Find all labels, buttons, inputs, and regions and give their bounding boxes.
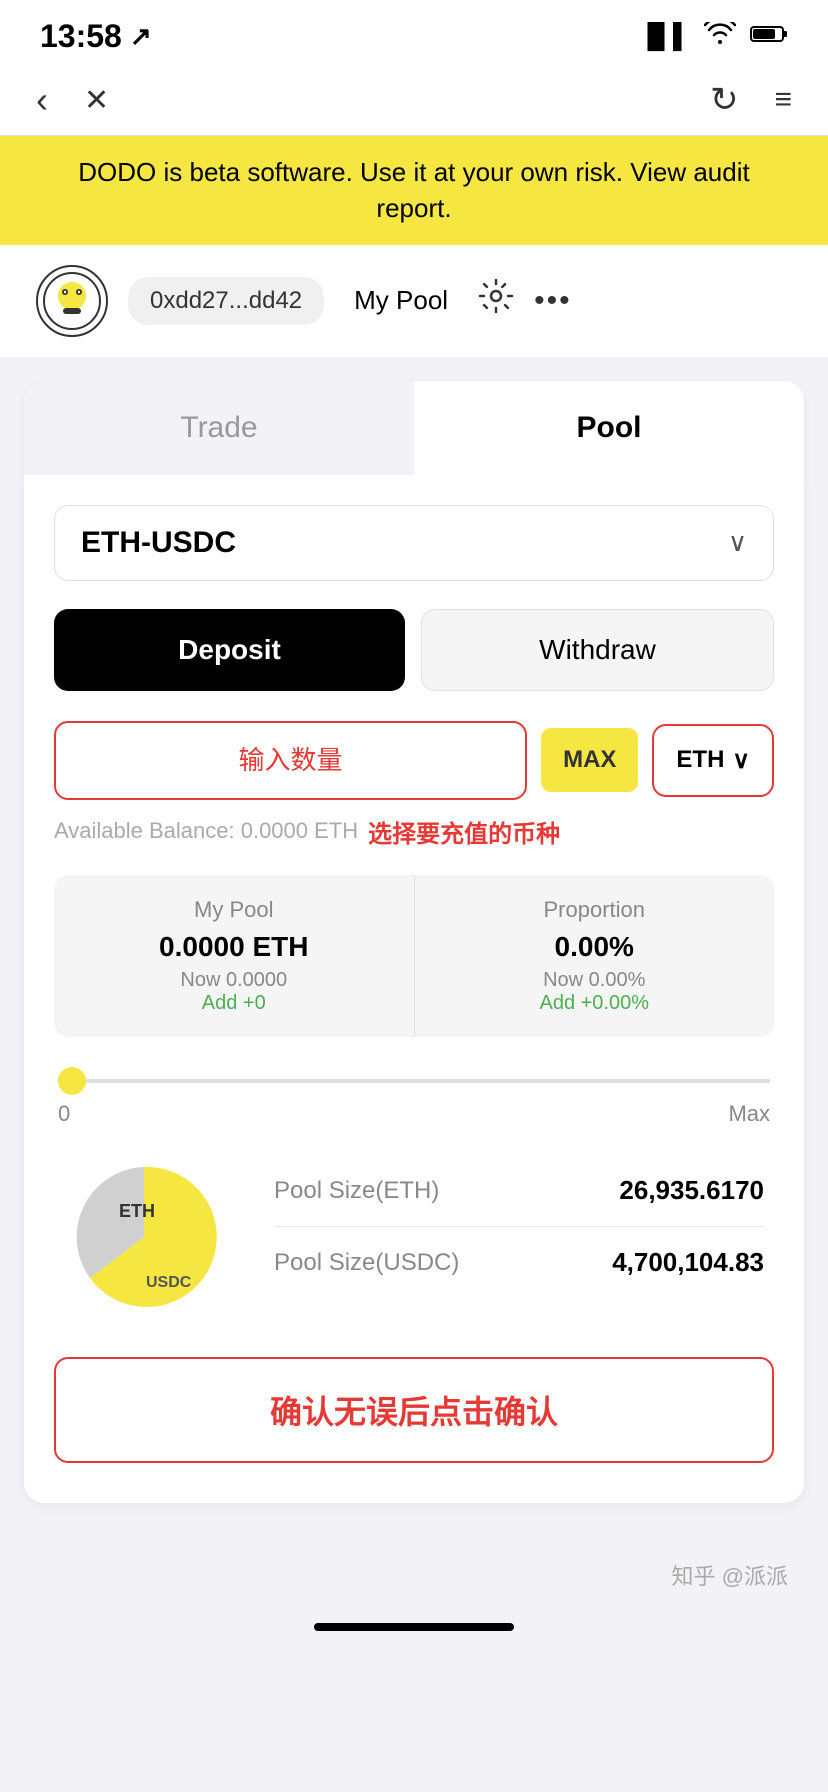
signal-icon: ▐▌▌ [639, 23, 690, 51]
pool-card: ETH-USDC ∨ Deposit Withdraw MAX ETH ∨ [24, 475, 804, 1503]
settings-button[interactable] [478, 278, 514, 323]
available-balance-row: Available Balance: 0.0000 ETH 选择要充值的币种 [54, 814, 774, 849]
wallet-address: 0xdd27...dd42 [128, 277, 324, 325]
svg-text:ETH: ETH [119, 1201, 155, 1221]
home-indicator [0, 1607, 828, 1655]
slider-min-label: 0 [58, 1101, 70, 1127]
more-button[interactable]: ••• [534, 284, 572, 318]
location-icon: ↗ [130, 21, 152, 52]
my-pool-stat: My Pool 0.0000 ETH Now 0.0000 Add +0 [54, 875, 415, 1037]
proportion-now: Now 0.00% [415, 969, 775, 992]
pool-size-list: Pool Size(ETH) 26,935.6170 Pool Size(USD… [274, 1175, 764, 1298]
slider-track[interactable] [86, 1079, 770, 1083]
my-pool-add: Add +0 [54, 992, 414, 1015]
input-row: MAX ETH ∨ [54, 721, 774, 800]
pie-chart: ETH USDC [64, 1157, 224, 1317]
withdraw-button[interactable]: Withdraw [421, 609, 774, 691]
browser-nav-bar: ‹ ✕ ↻ ≡ [0, 65, 828, 136]
menu-button[interactable]: ≡ [774, 83, 792, 117]
my-pool-button[interactable]: My Pool [344, 277, 458, 324]
refresh-button[interactable]: ↻ [710, 80, 739, 120]
clock: 13:58 [40, 18, 122, 55]
my-pool-label: My Pool [54, 897, 414, 923]
beta-text: DODO is beta software. Use it at your ow… [78, 157, 749, 223]
nav-right: ↻ ≡ [710, 80, 792, 120]
token-selector[interactable]: ETH ∨ [652, 724, 774, 797]
confirm-button[interactable]: 确认无误后点击确认 [54, 1357, 774, 1463]
pool-size-eth-value: 26,935.6170 [619, 1175, 764, 1206]
slider-dot[interactable] [58, 1067, 86, 1095]
tab-pool[interactable]: Pool [414, 381, 804, 475]
status-time: 13:58 ↗ [40, 18, 152, 55]
my-pool-now: Now 0.0000 [54, 969, 414, 992]
main-content: Trade Pool ETH-USDC ∨ Deposit Withdraw M… [0, 357, 828, 1543]
nav-left: ‹ ✕ [36, 79, 109, 121]
pool-stats: My Pool 0.0000 ETH Now 0.0000 Add +0 Pro… [54, 875, 774, 1037]
back-button[interactable]: ‹ [36, 79, 48, 121]
tab-trade[interactable]: Trade [24, 381, 414, 475]
beta-banner: DODO is beta software. Use it at your ow… [0, 136, 828, 245]
pool-size-divider [274, 1226, 764, 1227]
my-pool-value: 0.0000 ETH [54, 931, 414, 963]
pair-selector[interactable]: ETH-USDC ∨ [54, 505, 774, 581]
svg-text:USDC: USDC [146, 1274, 192, 1291]
dodo-logo [36, 265, 108, 337]
status-icons: ▐▌▌ [639, 22, 788, 51]
deposit-button[interactable]: Deposit [54, 609, 405, 691]
home-bar [314, 1623, 514, 1631]
action-row: Deposit Withdraw [54, 609, 774, 691]
proportion-add: Add +0.00% [415, 992, 775, 1015]
pair-label: ETH-USDC [81, 526, 236, 560]
available-balance-text: Available Balance: 0.0000 ETH [54, 818, 358, 844]
close-button[interactable]: ✕ [84, 83, 109, 118]
app-header: 0xdd27...dd42 My Pool ••• [0, 245, 828, 357]
wifi-icon [704, 22, 736, 51]
slider-row [54, 1067, 774, 1095]
battery-icon [750, 23, 788, 51]
status-bar: 13:58 ↗ ▐▌▌ [0, 0, 828, 65]
pool-size-usdc-value: 4,700,104.83 [612, 1247, 764, 1278]
proportion-label: Proportion [415, 897, 775, 923]
watermark: 知乎 @派派 [0, 1543, 828, 1607]
tab-row: Trade Pool [24, 381, 804, 475]
proportion-stat: Proportion 0.00% Now 0.00% Add +0.00% [415, 875, 775, 1037]
pool-size-eth-key: Pool Size(ETH) [274, 1177, 439, 1205]
amount-input[interactable] [54, 721, 527, 800]
slider-labels: 0 Max [54, 1101, 774, 1127]
pie-section: ETH USDC Pool Size(ETH) 26,935.6170 Pool… [54, 1157, 774, 1317]
select-currency-hint: 选择要充值的币种 [368, 814, 560, 849]
proportion-value: 0.00% [415, 931, 775, 963]
pool-size-usdc-row: Pool Size(USDC) 4,700,104.83 [274, 1247, 764, 1278]
token-chevron-icon: ∨ [732, 746, 750, 775]
max-button[interactable]: MAX [541, 728, 638, 792]
pool-size-eth-row: Pool Size(ETH) 26,935.6170 [274, 1175, 764, 1206]
chevron-down-icon: ∨ [728, 527, 747, 558]
slider-max-label: Max [728, 1101, 770, 1127]
pool-size-usdc-key: Pool Size(USDC) [274, 1249, 459, 1277]
